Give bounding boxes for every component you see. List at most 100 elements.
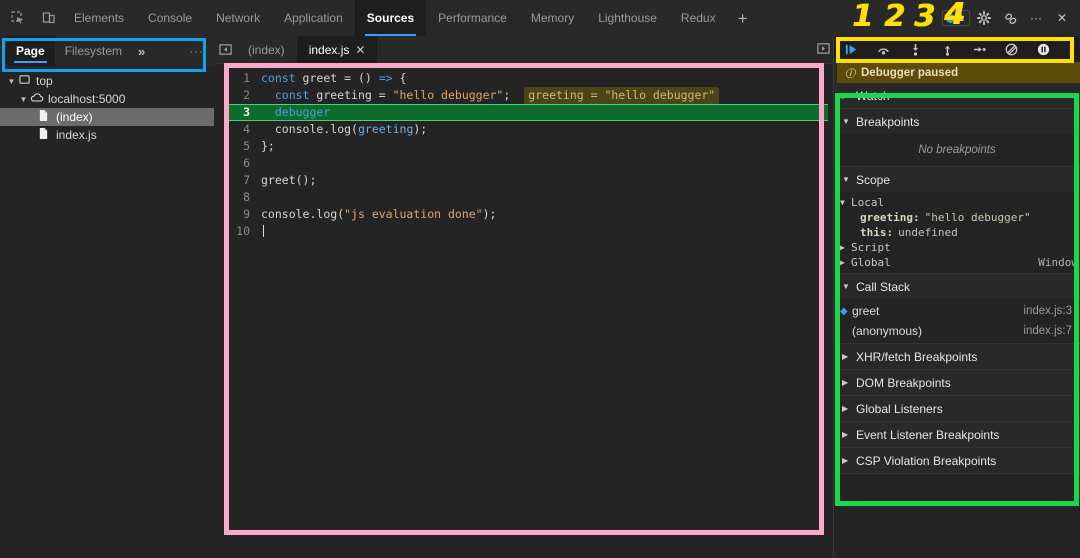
inline-value-hint: greeting = "hello debugger" [524,87,720,104]
step-button[interactable] [968,39,990,59]
section-event-listener-breakpoints-header[interactable]: ▶ Event Listener Breakpoints [834,422,1080,447]
more-options-icon[interactable]: ··· [1024,6,1048,30]
code-line[interactable]: 5}; [224,138,828,155]
step-into-button[interactable] [904,39,926,59]
code-token: greeting [357,122,414,136]
line-number[interactable]: 1 [224,70,258,87]
code-token: "hello debugger" [392,88,504,102]
section-global-listeners-header[interactable]: ▶ Global Listeners [834,396,1080,421]
section-scope-header[interactable]: ▼ Scope [834,167,1080,192]
dock-customize-icon[interactable] [998,6,1022,30]
navigator-tab-filesystem[interactable]: Filesystem [55,36,132,66]
code-token: greeting [316,88,372,102]
frame-location: index.js:7 [1023,325,1072,337]
tab-network[interactable]: Network [204,0,272,36]
tab-lighthouse[interactable]: Lighthouse [586,0,669,36]
close-label: ✕ [1056,11,1068,25]
section-xhr-breakpoints-header[interactable]: ▶ XHR/fetch Breakpoints [834,344,1080,369]
line-content: console.log(greeting); [258,121,427,138]
code-line[interactable]: 6 [224,155,828,172]
issue-count: 1 [957,12,964,24]
tree-item-top[interactable]: ▼ top [0,72,214,90]
tab-sources[interactable]: Sources [354,0,427,36]
toggle-debugger-sidebar-icon[interactable] [817,42,834,58]
pause-on-exceptions-button[interactable] [1032,39,1054,59]
inspect-element-icon[interactable] [5,5,31,31]
document-icon [36,127,51,143]
line-number[interactable]: 4 [224,121,258,138]
line-number[interactable]: 9 [224,206,258,223]
scope-body: ▼ Local greeting: "hello debugger" this:… [834,192,1080,273]
call-stack-frame-greet[interactable]: ◆ greet index.js:3 [834,301,1080,321]
close-icon[interactable]: ✕ [1050,6,1074,30]
tab-application[interactable]: Application [272,0,355,36]
tree-item-localhost[interactable]: ▼ localhost:5000 [0,90,214,108]
step-out-button[interactable] [936,39,958,59]
tab-memory[interactable]: Memory [519,0,586,36]
device-toolbar-icon[interactable] [36,5,62,31]
tab-label: Lighthouse [598,11,657,25]
editor-tab-label: index.js [308,42,350,57]
tree-item-indexjs[interactable]: index.js [0,126,214,144]
twisty-icon[interactable]: ▼ [6,77,17,86]
file-tree: ▼ top ▼ localhost:5000 (index) index.js [0,66,214,144]
line-number[interactable]: 3 [224,104,258,121]
line-number[interactable]: 7 [224,172,258,189]
tab-performance[interactable]: Performance [426,0,519,36]
section-call-stack-header[interactable]: ▼ Call Stack [834,274,1080,299]
tree-item-index[interactable]: (index) [0,108,214,126]
section-dom-breakpoints-header[interactable]: ▶ DOM Breakpoints [834,370,1080,395]
section-breakpoints-header[interactable]: ▼ Breakpoints [834,109,1080,134]
tree-item-label: top [36,74,53,88]
line-number[interactable]: 6 [224,155,258,172]
editor-tab-index[interactable]: (index) [236,36,297,63]
main-tab-bar-actions: 1 ··· ✕ [941,6,1080,30]
tab-elements[interactable]: Elements [62,0,136,36]
step-over-button[interactable] [872,39,894,59]
twisty-icon[interactable]: ▼ [18,95,29,104]
navigator-tab-bar: Page Filesystem » ··· [0,36,214,66]
scope-variable-greeting[interactable]: greeting: "hello debugger" [834,210,1080,225]
deactivate-breakpoints-button[interactable] [1000,39,1022,59]
scope-variable-this[interactable]: this: undefined [834,225,1080,240]
navigator-overflow-icon[interactable]: » [132,44,151,59]
scope-group-global[interactable]: ▶ Global Window [834,255,1080,270]
code-token: debugger [274,105,331,119]
navigator-more-label: ··· [189,44,204,58]
section-csp-violation-breakpoints-header[interactable]: ▶ CSP Violation Breakpoints [834,448,1080,473]
code-line[interactable]: 9 console.log("js evaluation done"); [224,206,828,223]
code-line[interactable]: 2 const greeting = "hello debugger"; gree… [224,87,828,104]
code-line[interactable]: 7 greet(); [224,172,828,189]
editor-tab-indexjs[interactable]: index.js ✕ [296,36,378,63]
code-line[interactable]: 10 [224,223,828,240]
resume-script-button[interactable] [840,39,862,59]
add-panel-button[interactable]: + [728,10,758,27]
code-line[interactable]: 3 debugger [224,104,828,121]
code-token: const [261,71,303,85]
scope-group-script[interactable]: ▶ Script [834,240,1080,255]
devtools-window: Elements Console Network Application Sou… [0,0,1080,558]
navigator-more-icon[interactable]: ··· [189,44,214,58]
editor-pane: (index) index.js ✕ 1 const greet = () => … [214,36,834,558]
line-number[interactable]: 2 [224,87,258,104]
code-editor[interactable]: 1 const greet = () => {2 const greeting =… [224,66,828,536]
issues-badge[interactable]: 1 [941,10,970,26]
navigator-tab-page[interactable]: Page [6,36,55,66]
line-number[interactable]: 10 [224,223,258,240]
scope-group-label: Script [851,241,891,254]
code-line[interactable]: 1 const greet = () => { [224,70,828,87]
variable-name: greeting: [860,211,920,224]
tab-redux[interactable]: Redux [669,0,728,36]
code-line[interactable]: 8 [224,189,828,206]
code-line[interactable]: 4 console.log(greeting); [224,121,828,138]
settings-gear-icon[interactable] [972,6,996,30]
line-number[interactable]: 5 [224,138,258,155]
section-watch-header[interactable]: ▶ Watch [834,83,1080,108]
call-stack-frame-anonymous[interactable]: (anonymous) index.js:7 [834,321,1080,341]
toggle-navigator-icon[interactable] [214,36,236,63]
tab-console[interactable]: Console [136,0,204,36]
line-content: const greet = () => { [258,70,406,87]
scope-group-local[interactable]: ▼ Local [834,195,1080,210]
close-icon[interactable]: ✕ [355,43,365,57]
line-number[interactable]: 8 [224,189,258,206]
